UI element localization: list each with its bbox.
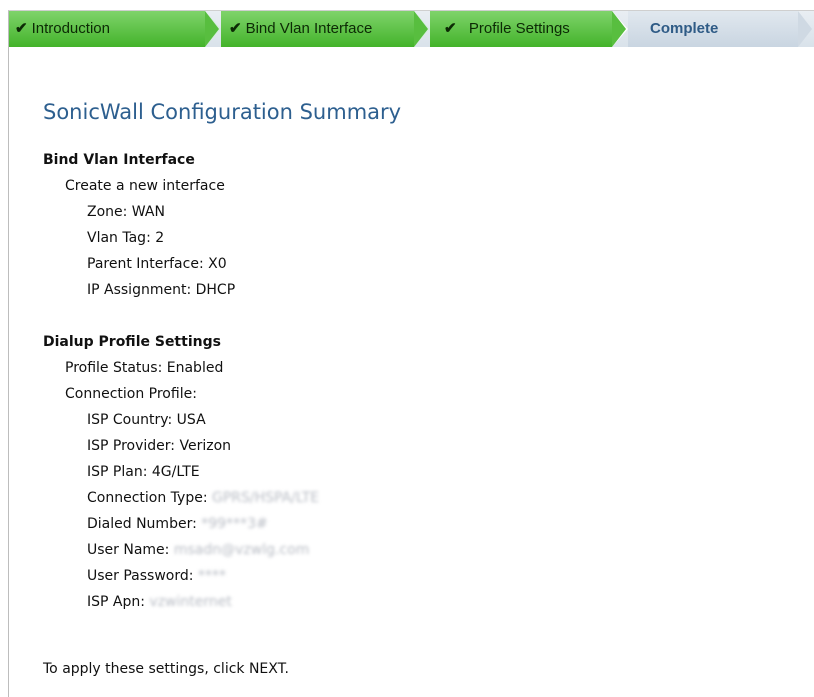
- isp-apn-value: vzwinternet: [149, 594, 232, 610]
- step-separator-chevron: [414, 11, 428, 47]
- isp-country-text: ISP Country: USA: [87, 412, 206, 428]
- page-title: SonicWall Configuration Summary: [43, 100, 402, 124]
- step-label: Complete: [650, 20, 719, 37]
- checkmark-icon: ✔: [444, 20, 457, 37]
- isp-apn-row: ISP Apn: vzwinternet: [87, 593, 232, 611]
- isp-plan-text: ISP Plan: 4G/LTE: [87, 464, 200, 480]
- dialed-number-value: *99***3#: [201, 516, 268, 532]
- step-label: Introduction: [31, 20, 110, 37]
- dialed-number-row: Dialed Number: *99***3#: [87, 515, 268, 533]
- step-profile-settings[interactable]: ✔ Profile Settings: [430, 11, 612, 47]
- connection-type-row: Connection Type: GPRS/HSPA/LTE: [87, 489, 319, 507]
- step-separator-chevron: [612, 11, 626, 47]
- user-password-value: ****: [197, 568, 226, 584]
- parent-interface-text: Parent Interface: X0: [87, 256, 227, 272]
- step-label: Profile Settings: [468, 20, 570, 37]
- zone-text: Zone: WAN: [87, 204, 165, 220]
- connection-profile-text: Connection Profile:: [65, 386, 197, 402]
- step-introduction[interactable]: ✔ Introduction: [9, 11, 205, 47]
- profile-status-text: Profile Status: Enabled: [65, 360, 224, 376]
- isp-provider-text: ISP Provider: Verizon: [87, 438, 232, 454]
- ip-assignment-text: IP Assignment: DHCP: [87, 282, 236, 298]
- step-separator-chevron: [798, 11, 812, 47]
- user-name-row: User Name: msadn@vzwlg.com: [87, 541, 309, 559]
- connection-type-label: Connection Type:: [87, 490, 208, 506]
- user-password-label: User Password:: [87, 568, 194, 584]
- vlan-tag-text: Vlan Tag: 2: [87, 230, 165, 246]
- section-heading-dialup: Dialup Profile Settings: [43, 334, 221, 350]
- dialed-number-label: Dialed Number:: [87, 516, 197, 532]
- step-label: Bind Vlan Interface: [245, 20, 373, 37]
- user-name-value: msadn@vzwlg.com: [173, 542, 310, 558]
- step-bind-vlan-interface[interactable]: ✔ Bind Vlan Interface: [221, 11, 414, 47]
- wizard-steps-bar: ✔ Introduction ✔ Bind Vlan Interface ✔ Pro…: [9, 11, 814, 47]
- checkmark-icon: ✔: [229, 20, 242, 37]
- create-interface-text: Create a new interface: [65, 178, 225, 194]
- isp-apn-label: ISP Apn:: [87, 594, 145, 610]
- section-heading-bind-vlan: Bind Vlan Interface: [43, 152, 195, 168]
- user-name-label: User Name:: [87, 542, 170, 558]
- step-complete[interactable]: Complete: [628, 11, 798, 47]
- checkmark-icon: ✔: [15, 20, 28, 37]
- user-password-row: User Password: ****: [87, 567, 226, 585]
- footer-instruction: To apply these settings, click NEXT.: [43, 661, 289, 677]
- step-separator-chevron: [205, 11, 219, 47]
- connection-type-value: GPRS/HSPA/LTE: [212, 490, 320, 506]
